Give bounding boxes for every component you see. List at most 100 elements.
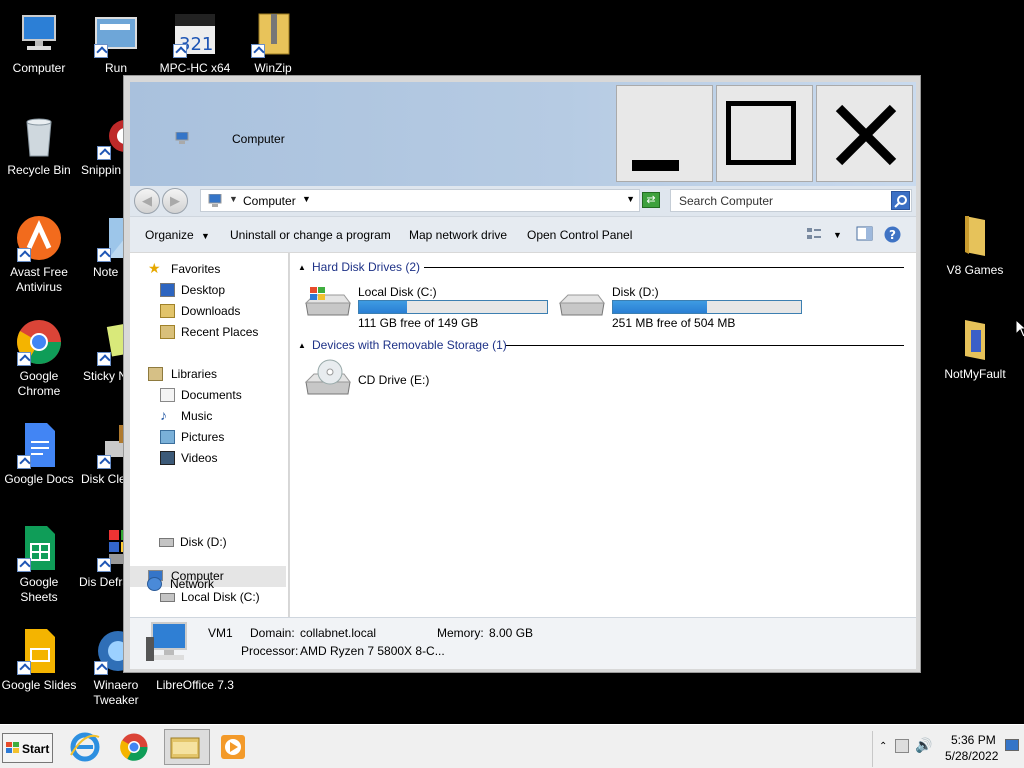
nav-label: Favorites [171,262,221,276]
group-removable-storage[interactable]: ▲ Devices with Removable Storage (1) [290,336,910,356]
desktop-icon-chrome[interactable]: Google Chrome [0,318,78,399]
desktop-icon-google-docs[interactable]: Google Docs [0,421,78,487]
nav-item-network[interactable]: Network [129,574,285,595]
address-bar[interactable]: ▼ Computer ▼ ▼ [200,189,640,212]
desktop-icon-mpc-hc[interactable]: 321 MPC-HC x64 [156,10,234,76]
desktop-icon-google-sheets[interactable]: Google Sheets [0,524,78,605]
search-button[interactable] [891,191,910,210]
desktop-icon-label: Winaero Tweaker [93,678,139,707]
nav-item-favorites[interactable]: ★ Favorites [130,259,286,280]
view-options-icon[interactable] [806,226,822,242]
drive-usage-bar [612,300,802,314]
forward-button[interactable]: ▶ [162,188,188,214]
search-input[interactable] [671,190,891,211]
desktop-icon-label: NotMyFault [944,367,1006,381]
computer-icon [15,10,63,58]
drive-usage-fill [359,301,407,313]
map-network-drive-button[interactable]: Map network drive [409,228,507,242]
chevron-down-icon[interactable]: ▼ [229,194,238,204]
arrow-left-icon: ◀ [142,193,152,208]
desktop-icon-recycle-bin[interactable]: Recycle Bin [0,112,78,178]
documents-icon [160,388,175,402]
title-bar[interactable]: Computer [130,82,916,186]
domain-label: Domain: [250,626,295,640]
nav-item-desktop[interactable]: Desktop [130,280,286,301]
minimize-button[interactable] [616,85,713,182]
system-tray: ⌃ 🔊 5:36 PM 5/28/2022 [872,731,1022,767]
nav-label: Desktop [181,283,226,297]
back-button[interactable]: ◀ [134,188,160,214]
group-title: Hard Disk Drives (2) [312,260,421,274]
taskbar-explorer[interactable] [164,729,210,765]
hard-drive-icon [558,294,605,316]
desktop-icon-label: WinZip [254,61,292,75]
address-dropdown-icon[interactable]: ▼ [626,194,635,204]
preview-pane-icon[interactable] [856,226,873,242]
svg-text:?: ? [889,228,896,242]
taskbar-internet-explorer[interactable] [67,729,107,765]
group-hard-disk-drives[interactable]: ▲ Hard Disk Drives (2) [290,258,910,278]
desktop-icon-label: LibreOffice 7.3 [156,678,234,692]
show-hidden-icons-icon[interactable]: ⌃ [879,741,887,752]
computer-icon [208,194,222,207]
nav-label: Libraries [171,367,218,381]
action-center-icon[interactable] [895,739,909,753]
search-icon [894,195,907,208]
internet-explorer-icon [70,732,100,762]
nav-label: Downloads [181,304,241,318]
chevron-down-icon[interactable]: ▼ [302,194,311,204]
nav-item-recent-places[interactable]: Recent Places [130,322,286,343]
drive-local-disk-c[interactable]: Local Disk (C:) 111 GB free of 149 GB [304,281,554,330]
google-slides-icon [15,627,63,675]
help-icon[interactable]: ? [884,226,901,243]
open-control-panel-button[interactable]: Open Control Panel [527,228,632,242]
maximize-button[interactable] [716,85,813,182]
desktop-icon-run[interactable]: Run [77,10,155,76]
drive-cd-e[interactable]: CD Drive (E:) [304,358,464,406]
refresh-button[interactable]: ⇄ [642,192,660,208]
clock-time[interactable]: 5:36 PM [951,733,996,747]
computer-icon [175,132,189,144]
drive-name: Disk (D:) [612,285,659,299]
nav-item-pictures[interactable]: Pictures [130,427,286,448]
desktop-icon-label: Run [104,61,127,75]
organize-button[interactable]: Organize ▼ [145,228,210,242]
desktop-icon-computer[interactable]: Computer [0,10,78,76]
nav-item-music[interactable]: ♪ Music [130,406,286,427]
media-player-icon [221,735,245,759]
recycle-bin-icon [15,112,63,160]
computer-icon [146,622,187,661]
close-icon [835,104,897,166]
collapse-arrow-icon: ▲ [298,263,306,272]
nav-item-libraries[interactable]: Libraries [130,364,286,385]
maximize-icon [726,101,796,165]
nav-label: Disk (D:) [180,535,227,549]
taskbar-media-player[interactable] [215,729,255,765]
memory-value: 8.00 GB [489,626,534,640]
show-desktop-icon[interactable] [1005,739,1019,751]
close-button[interactable] [816,85,913,182]
desktop-icon-winzip[interactable]: WinZip [234,10,312,76]
desktop-icon-v8-games[interactable]: V8 Games [936,212,1014,278]
breadcrumb-computer[interactable]: Computer [243,194,296,208]
taskbar-chrome[interactable] [116,729,156,765]
drive-disk-d[interactable]: Disk (D:) 251 MB free of 504 MB [558,281,808,330]
start-button[interactable]: Start [2,733,53,763]
recent-places-icon [160,325,175,339]
nav-item-videos[interactable]: Videos [130,448,286,469]
nav-item-disk-d[interactable]: Disk (D:) [129,532,285,553]
chevron-down-icon[interactable]: ▼ [833,230,842,240]
drive-name: Local Disk (C:) [358,285,437,299]
desktop-icon-avast[interactable]: Avast Free Antivirus [0,214,78,295]
desktop-icon-label: Google Chrome [17,369,61,398]
clock-date[interactable]: 5/28/2022 [945,749,998,763]
desktop-icon-google-slides[interactable]: Google Slides [0,627,78,693]
volume-icon[interactable]: 🔊 [915,737,932,754]
nav-item-downloads[interactable]: Downloads [130,301,286,322]
libraries-icon [148,367,163,381]
desktop-icon-notmyfault[interactable]: NotMyFault [936,316,1014,382]
uninstall-program-button[interactable]: Uninstall or change a program [230,228,391,242]
drive-free-space: 251 MB free of 504 MB [612,316,736,330]
desktop-icon-label: Computer [12,61,66,75]
nav-item-documents[interactable]: Documents [130,385,286,406]
